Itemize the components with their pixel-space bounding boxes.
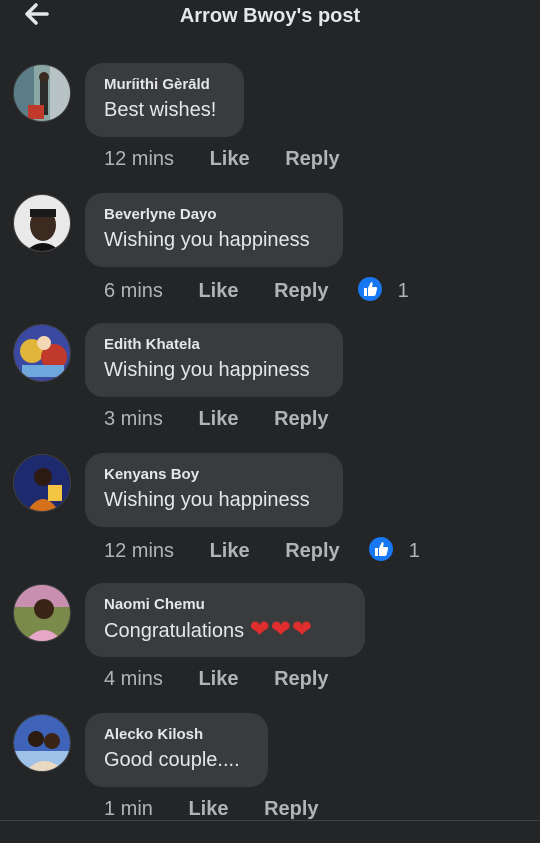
top-bar: Arrow Bwoy's post bbox=[0, 0, 540, 34]
comment-author[interactable]: Beverlyne Dayo bbox=[104, 206, 323, 224]
like-button[interactable]: Like bbox=[198, 408, 238, 431]
comment-text: Good couple.... bbox=[104, 749, 240, 771]
reply-button[interactable]: Reply bbox=[264, 798, 318, 821]
reaction-count[interactable]: 1 bbox=[398, 280, 409, 303]
comment-text-body: Congratulations bbox=[104, 620, 245, 642]
like-button[interactable]: Like bbox=[198, 668, 238, 691]
comment-time[interactable]: 1 min bbox=[104, 798, 153, 821]
comment-item: Beverlyne Dayo Wishing you happiness 6 m… bbox=[0, 193, 540, 323]
comment-author[interactable]: Muríithi Gèrāld bbox=[104, 76, 224, 94]
comment-author[interactable]: Alecko Kilosh bbox=[104, 726, 248, 744]
comment-author[interactable]: Edith Khatela bbox=[104, 336, 323, 354]
comment-actions: 3 mins Like Reply bbox=[104, 408, 329, 432]
like-button[interactable]: Like bbox=[210, 540, 250, 563]
comment-item: Edith Khatela Wishing you happiness 3 mi… bbox=[0, 323, 540, 453]
reply-button[interactable]: Reply bbox=[285, 148, 339, 171]
avatar[interactable] bbox=[13, 454, 71, 512]
comment-item: Naomi Chemu Congratulations ❤❤❤ 4 mins L… bbox=[0, 583, 540, 713]
like-reaction-icon[interactable] bbox=[367, 535, 396, 563]
comment-item: Muríithi Gèrāld Best wishes! 12 mins Lik… bbox=[0, 63, 540, 193]
comment-time[interactable]: 4 mins bbox=[104, 668, 163, 691]
reply-button[interactable]: Reply bbox=[274, 668, 328, 691]
comment-bubble[interactable]: Alecko Kilosh Good couple.... bbox=[85, 713, 268, 787]
comment-bubble[interactable]: Beverlyne Dayo Wishing you happiness bbox=[85, 193, 343, 267]
comment-actions: 6 mins Like Reply 1 bbox=[104, 275, 409, 303]
avatar[interactable] bbox=[13, 194, 71, 252]
like-reaction-icon[interactable] bbox=[356, 275, 385, 303]
comment-item: Kenyans Boy Wishing you happiness 12 min… bbox=[0, 453, 540, 583]
comment-time[interactable]: 12 mins bbox=[104, 148, 174, 171]
comment-actions: 4 mins Like Reply bbox=[104, 668, 329, 692]
comment-author[interactable]: Kenyans Boy bbox=[104, 466, 323, 484]
comment-author[interactable]: Naomi Chemu bbox=[104, 596, 345, 614]
bottom-divider bbox=[0, 820, 540, 833]
reaction-count[interactable]: 1 bbox=[409, 540, 420, 563]
heart-emoji-icon: ❤❤❤ bbox=[249, 616, 313, 643]
like-button[interactable]: Like bbox=[198, 280, 238, 303]
comment-text: Wishing you happiness bbox=[104, 489, 310, 511]
reply-button[interactable]: Reply bbox=[274, 280, 328, 303]
comment-bubble[interactable]: Kenyans Boy Wishing you happiness bbox=[85, 453, 343, 527]
comment-time[interactable]: 3 mins bbox=[104, 408, 163, 431]
comment-bubble[interactable]: Naomi Chemu Congratulations ❤❤❤ bbox=[85, 583, 365, 657]
comment-text: Wishing you happiness bbox=[104, 359, 310, 381]
like-button[interactable]: Like bbox=[188, 798, 228, 821]
avatar[interactable] bbox=[13, 64, 71, 122]
avatar[interactable] bbox=[13, 714, 71, 772]
page-title: Arrow Bwoy's post bbox=[179, 5, 361, 27]
comment-text: Congratulations ❤❤❤ bbox=[104, 617, 345, 644]
comment-actions: 12 mins Like Reply 1 bbox=[104, 535, 420, 563]
comment-text: Best wishes! bbox=[104, 99, 217, 121]
avatar[interactable] bbox=[13, 584, 71, 642]
comment-actions: 1 min Like Reply bbox=[104, 798, 319, 822]
reply-button[interactable]: Reply bbox=[285, 540, 339, 563]
comment-text: Wishing you happiness bbox=[104, 229, 310, 251]
comment-time[interactable]: 6 mins bbox=[104, 280, 163, 303]
like-button[interactable]: Like bbox=[210, 148, 250, 171]
reply-button[interactable]: Reply bbox=[274, 408, 328, 431]
comment-bubble[interactable]: Edith Khatela Wishing you happiness bbox=[85, 323, 343, 397]
avatar[interactable] bbox=[13, 324, 71, 382]
comment-actions: 12 mins Like Reply bbox=[104, 148, 340, 172]
comment-bubble[interactable]: Muríithi Gèrāld Best wishes! bbox=[85, 63, 244, 137]
comment-time[interactable]: 12 mins bbox=[104, 540, 174, 563]
